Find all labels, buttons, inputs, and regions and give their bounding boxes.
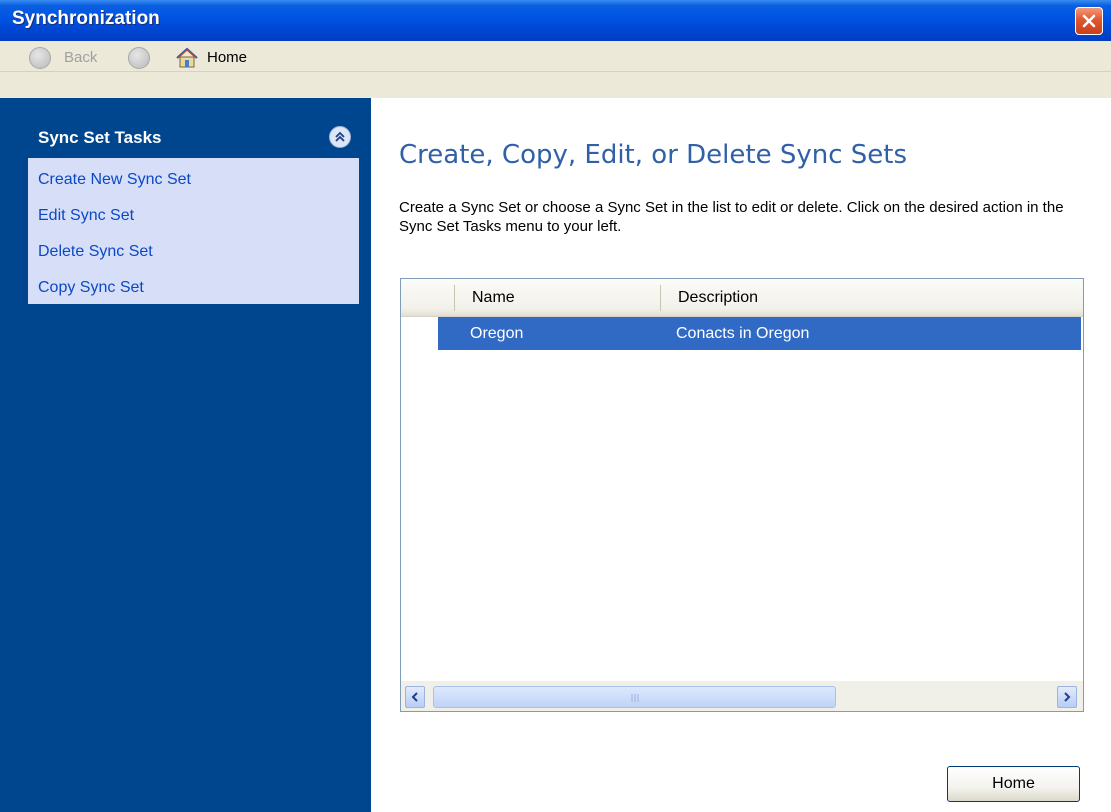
task-create-new-sync-set[interactable]: Create New Sync Set — [28, 162, 359, 198]
sidebar: Sync Set Tasks Create New Sync Set Edit … — [0, 98, 371, 812]
synchronization-window: Synchronization Back Home Sync Set Tasks — [0, 0, 1111, 812]
row-description: Conacts in Oregon — [676, 325, 810, 342]
task-edit-sync-set[interactable]: Edit Sync Set — [28, 198, 359, 234]
tasks-panel-title: Sync Set Tasks — [38, 128, 162, 147]
task-copy-sync-set[interactable]: Copy Sync Set — [28, 270, 359, 306]
grip-icon — [631, 694, 639, 702]
page-description: Create a Sync Set or choose a Sync Set i… — [399, 199, 1064, 235]
home-nav-label[interactable]: Home — [207, 49, 247, 66]
scrollbar-thumb[interactable] — [433, 686, 836, 708]
forward-button[interactable] — [128, 47, 150, 69]
back-label[interactable]: Back — [64, 49, 97, 66]
main-content: Create, Copy, Edit, or Delete Sync Sets … — [371, 98, 1111, 812]
close-icon — [1082, 14, 1096, 28]
home-button[interactable]: Home — [947, 766, 1080, 802]
horizontal-scrollbar[interactable] — [401, 681, 1083, 711]
column-header-description[interactable]: Description — [660, 279, 1080, 316]
close-button[interactable] — [1075, 7, 1103, 35]
window-title: Synchronization — [12, 8, 160, 29]
list-header: Name Description — [401, 279, 1083, 317]
chevron-left-icon — [411, 692, 418, 702]
row-name: Oregon — [470, 325, 524, 342]
navigation-bar: Back Home — [0, 41, 1111, 72]
scroll-left-button[interactable] — [405, 686, 425, 708]
home-icon[interactable] — [175, 47, 199, 69]
chevron-right-icon — [1064, 692, 1071, 702]
chevron-up-double-icon — [335, 131, 345, 142]
title-bar: Synchronization — [0, 0, 1111, 41]
sync-sets-list[interactable]: Name Description Oregon Conacts in Orego… — [400, 278, 1084, 712]
task-delete-sync-set[interactable]: Delete Sync Set — [28, 234, 359, 270]
page-title: Create, Copy, Edit, or Delete Sync Sets — [399, 140, 908, 170]
column-header-name[interactable]: Name — [454, 279, 660, 316]
sync-set-tasks-panel: Sync Set Tasks Create New Sync Set Edit … — [28, 118, 359, 304]
back-button[interactable] — [29, 47, 51, 69]
table-row[interactable]: Oregon Conacts in Oregon — [438, 317, 1081, 350]
tasks-panel-header[interactable]: Sync Set Tasks — [28, 118, 359, 158]
collapse-button[interactable] — [329, 126, 351, 148]
tasks-list: Create New Sync Set Edit Sync Set Delete… — [28, 158, 359, 304]
scroll-right-button[interactable] — [1057, 686, 1077, 708]
